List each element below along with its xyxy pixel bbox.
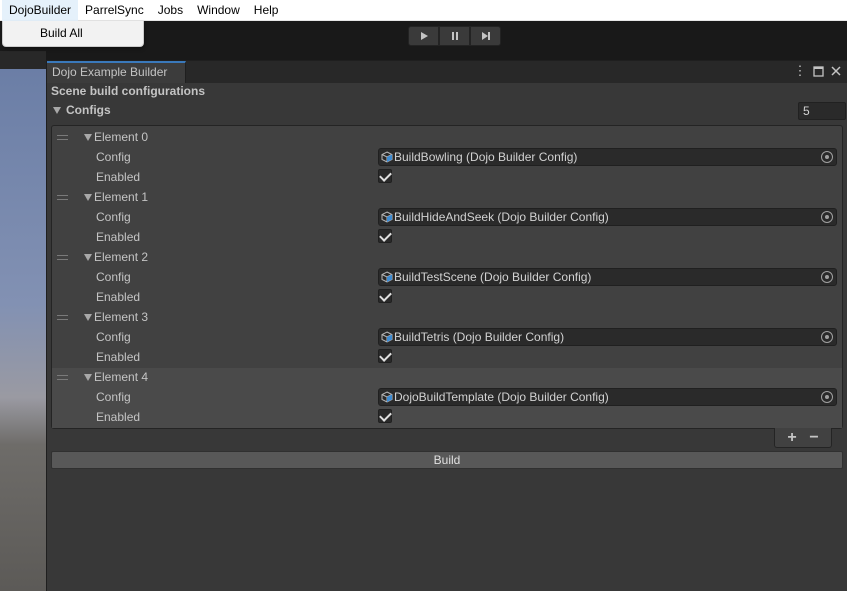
drag-handle-icon[interactable] [57, 255, 68, 260]
enabled-checkbox[interactable] [378, 349, 392, 363]
enabled-label: Enabled [96, 230, 141, 244]
object-picker-icon[interactable] [821, 271, 833, 283]
enabled-checkbox[interactable] [378, 409, 392, 423]
object-picker-icon[interactable] [821, 391, 833, 403]
menu-bar: DojoBuilder ParrelSync Jobs Window Help [0, 0, 847, 21]
config-label: Config [96, 270, 131, 284]
menu-parrelsync[interactable]: ParrelSync [78, 0, 151, 21]
enabled-label: Enabled [96, 350, 141, 364]
foldout-arrow-icon[interactable] [84, 134, 92, 141]
config-object-name: DojoBuildTemplate (Dojo Builder Config) [394, 390, 609, 404]
scriptable-object-icon [381, 211, 393, 223]
element-label: Element 2 [94, 250, 149, 264]
step-icon [481, 32, 490, 40]
scene-view-background [0, 69, 46, 591]
more-options-icon[interactable]: ⋮ [793, 63, 807, 79]
configs-size-field[interactable]: 5 [798, 102, 846, 120]
pause-icon [451, 32, 458, 40]
enabled-label: Enabled [96, 170, 141, 184]
config-label: Config [96, 330, 131, 344]
menu-jobs[interactable]: Jobs [151, 0, 190, 21]
tab-bar: Dojo Example Builder ⋮ [47, 61, 847, 83]
foldout-arrow-icon[interactable] [84, 254, 92, 261]
add-element-button[interactable]: + [787, 429, 796, 447]
scriptable-object-icon [381, 151, 393, 163]
drag-handle-icon[interactable] [57, 135, 68, 140]
play-controls [408, 26, 501, 46]
enabled-checkbox[interactable] [378, 169, 392, 183]
config-object-name: BuildBowling (Dojo Builder Config) [394, 150, 578, 164]
list-item: Element 0 Config BuildBowling (Dojo Buil… [52, 128, 842, 188]
config-object-field[interactable]: BuildTestScene (Dojo Builder Config) [378, 268, 837, 286]
scriptable-object-icon [381, 331, 393, 343]
config-label: Config [96, 210, 131, 224]
enabled-label: Enabled [96, 290, 141, 304]
config-label: Config [96, 390, 131, 404]
play-icon [420, 32, 428, 40]
config-object-name: BuildTestScene (Dojo Builder Config) [394, 270, 592, 284]
element-label: Element 4 [94, 370, 149, 384]
dojobuilder-dropdown: Build All [2, 21, 144, 47]
foldout-arrow-icon[interactable] [84, 314, 92, 321]
scriptable-object-icon [381, 271, 393, 283]
configs-list: Element 0 Config BuildBowling (Dojo Buil… [51, 125, 843, 429]
config-object-field[interactable]: BuildBowling (Dojo Builder Config) [378, 148, 837, 166]
element-label: Element 3 [94, 310, 149, 324]
config-object-field[interactable]: BuildHideAndSeek (Dojo Builder Config) [378, 208, 837, 226]
list-item: Element 1 Config BuildHideAndSeek (Dojo … [52, 188, 842, 248]
list-add-remove: + − [774, 428, 832, 448]
tab-dojo-example-builder[interactable]: Dojo Example Builder [47, 61, 186, 83]
foldout-arrow-icon[interactable] [53, 107, 61, 114]
step-button[interactable] [470, 26, 501, 46]
configs-label: Configs [66, 103, 111, 117]
remove-element-button[interactable]: − [809, 429, 818, 447]
element-label: Element 1 [94, 190, 149, 204]
config-object-name: BuildHideAndSeek (Dojo Builder Config) [394, 210, 609, 224]
enabled-checkbox[interactable] [378, 229, 392, 243]
object-picker-icon[interactable] [821, 331, 833, 343]
list-item: Element 3 Config BuildTetris (Dojo Build… [52, 308, 842, 368]
enabled-checkbox[interactable] [378, 289, 392, 303]
scene-header-strip [0, 51, 46, 69]
build-all-menu-item[interactable]: Build All [3, 21, 143, 45]
foldout-arrow-icon[interactable] [84, 194, 92, 201]
drag-handle-icon[interactable] [57, 195, 68, 200]
close-icon[interactable] [829, 63, 843, 79]
scriptable-object-icon [381, 391, 393, 403]
window-controls: ⋮ [793, 63, 843, 79]
object-picker-icon[interactable] [821, 211, 833, 223]
list-item: Element 2 Config BuildTestScene (Dojo Bu… [52, 248, 842, 308]
enabled-label: Enabled [96, 410, 141, 424]
menu-dojobuilder[interactable]: DojoBuilder [2, 0, 79, 21]
drag-handle-icon[interactable] [57, 315, 68, 320]
config-object-field[interactable]: DojoBuildTemplate (Dojo Builder Config) [378, 388, 837, 406]
element-label: Element 0 [94, 130, 149, 144]
page-title: Scene build configurations [51, 84, 206, 98]
menu-window[interactable]: Window [190, 0, 247, 21]
build-button[interactable]: Build [51, 451, 843, 469]
maximize-icon[interactable] [811, 63, 825, 79]
config-label: Config [96, 150, 131, 164]
object-picker-icon[interactable] [821, 151, 833, 163]
config-object-field[interactable]: BuildTetris (Dojo Builder Config) [378, 328, 837, 346]
pause-button[interactable] [439, 26, 470, 46]
dojo-example-builder-window: Dojo Example Builder ⋮ Scene build confi… [46, 60, 847, 591]
list-item: Element 4 Config DojoBuildTemplate (Dojo… [52, 368, 842, 428]
config-object-name: BuildTetris (Dojo Builder Config) [394, 330, 565, 344]
foldout-arrow-icon[interactable] [84, 374, 92, 381]
menu-help[interactable]: Help [247, 0, 286, 21]
drag-handle-icon[interactable] [57, 375, 68, 380]
play-button[interactable] [408, 26, 439, 46]
configs-foldout[interactable]: Configs 5 [51, 102, 846, 120]
